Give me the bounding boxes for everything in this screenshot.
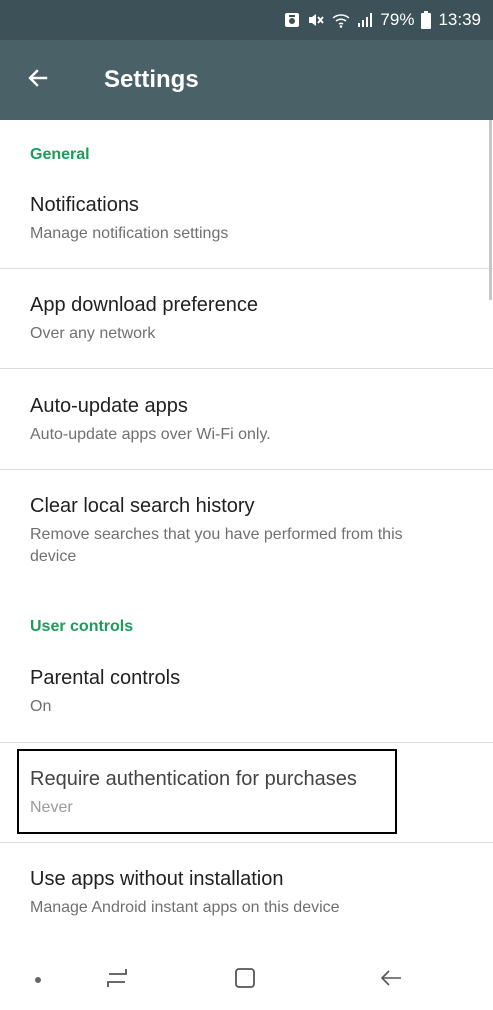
home-button[interactable] — [228, 965, 262, 995]
setting-app-download-preference[interactable]: App download preference Over any network — [0, 269, 493, 368]
battery-level: 79% — [380, 10, 415, 29]
clock: 13:39 — [438, 10, 481, 29]
signal-icon — [357, 12, 373, 28]
status-icons: 79% 13:39 — [284, 0, 481, 40]
setting-subtitle: Auto-update apps over Wi-Fi only. — [30, 426, 271, 443]
setting-title: Notifications — [30, 194, 139, 216]
home-icon — [234, 967, 256, 994]
setting-title: Clear local search history — [30, 495, 255, 517]
setting-notifications[interactable]: Notifications Manage notification settin… — [0, 178, 493, 268]
section-header-user-controls: User controls — [30, 618, 134, 635]
setting-parental-controls[interactable]: Parental controls On — [0, 650, 493, 742]
setting-clear-search-history[interactable]: Clear local search history Remove search… — [0, 470, 493, 580]
back-button[interactable] — [18, 60, 58, 100]
setting-subtitle: Remove searches that you have performed … — [30, 526, 403, 565]
setting-title: App download preference — [30, 294, 258, 316]
recent-apps-button[interactable] — [100, 965, 134, 995]
setting-instant-apps[interactable]: Use apps without installation Manage And… — [0, 843, 493, 943]
setting-title: Auto-update apps — [30, 395, 188, 417]
setting-title: Use apps without installation — [30, 868, 284, 890]
mute-icon — [307, 12, 325, 28]
scrollbar-thumb[interactable] — [489, 120, 492, 300]
navigation-bar — [0, 950, 493, 1010]
arrow-left-icon — [26, 66, 50, 95]
selection-highlight — [17, 749, 397, 834]
wifi-icon — [332, 12, 350, 28]
setting-title: Parental controls — [30, 667, 181, 689]
back-icon — [379, 968, 403, 993]
app-toolbar: Settings — [0, 40, 493, 120]
setting-subtitle: On — [30, 698, 52, 715]
system-back-button[interactable] — [374, 965, 408, 995]
photo-notification-icon — [284, 12, 300, 28]
dot-icon — [28, 965, 48, 995]
battery-icon — [421, 11, 432, 29]
setting-subtitle: Over any network — [30, 325, 156, 342]
section-header-general: General — [30, 146, 90, 163]
recent-apps-icon — [104, 967, 130, 994]
setting-subtitle: Manage notification settings — [30, 225, 229, 242]
status-bar: 79% 13:39 — [0, 0, 493, 40]
setting-subtitle: Manage Android instant apps on this devi… — [30, 899, 340, 916]
page-title: Settings — [104, 66, 199, 93]
setting-auto-update-apps[interactable]: Auto-update apps Auto-update apps over W… — [0, 369, 493, 469]
